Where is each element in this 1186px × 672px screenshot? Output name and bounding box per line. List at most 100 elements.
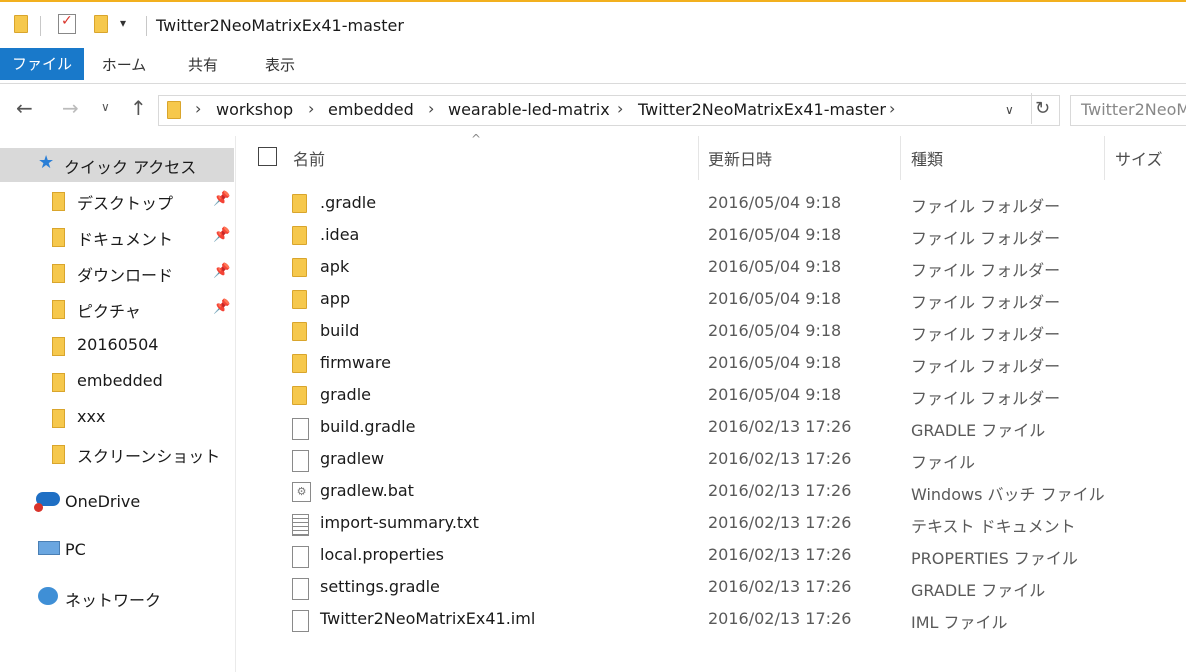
file-type: ファイル	[911, 453, 976, 472]
file-name: local.properties	[320, 545, 445, 564]
customize-toolbar-icon[interactable]: ▾	[120, 16, 126, 30]
pin-icon[interactable]: 📌	[213, 263, 230, 279]
file-name: settings.gradle	[320, 577, 440, 596]
folder-icon	[52, 373, 65, 392]
sidebar-item-pictures[interactable]: ピクチャ 📌	[0, 292, 234, 326]
column-date[interactable]: 更新日時	[708, 146, 772, 170]
network-icon	[38, 587, 58, 605]
file-date: 2016/05/04 9:18	[708, 193, 842, 212]
file-row[interactable]: .idea 2016/05/04 9:18 ファイル フォルダー	[238, 220, 1186, 252]
select-all-checkbox[interactable]	[258, 147, 277, 166]
back-arrow-icon[interactable]: ←	[16, 96, 33, 120]
tab-view[interactable]: 表示	[246, 48, 314, 82]
sidebar-item-screenshots[interactable]: スクリーンショット	[0, 437, 234, 471]
file-row[interactable]: Twitter2NeoMatrixEx41.iml 2016/02/13 17:2…	[238, 604, 1186, 636]
file-type: GRADLE ファイル	[911, 421, 1046, 440]
file-name: app	[320, 289, 351, 308]
breadcrumb-wearable-led-matrix[interactable]: wearable-led-matrix	[448, 100, 610, 119]
file-date: 2016/05/04 9:18	[708, 225, 842, 244]
chevron-right-icon[interactable]: ›	[889, 99, 895, 118]
column-size[interactable]: サイズ	[1115, 146, 1163, 170]
navigation-pane: ★ クイック アクセス デスクトップ 📌 ドキュメント 📌 ダウンロード 📌 ピ…	[0, 136, 236, 672]
column-divider[interactable]	[698, 136, 699, 180]
sidebar-item-pc[interactable]: PC	[0, 534, 234, 568]
column-divider[interactable]	[1104, 136, 1105, 180]
file-type: ファイル フォルダー	[911, 389, 1061, 408]
refresh-icon[interactable]: ↻	[1035, 98, 1050, 119]
sidebar-item-20160504[interactable]: 20160504	[0, 329, 234, 363]
chevron-right-icon[interactable]: ›	[617, 99, 623, 118]
file-row[interactable]: ⚙ gradlew.bat 2016/02/13 17:26 Windows バッチ …	[238, 476, 1186, 508]
file-type: ファイル フォルダー	[911, 197, 1061, 216]
chevron-right-icon[interactable]: ›	[195, 99, 201, 118]
file-row[interactable]: .gradle 2016/05/04 9:18 ファイル フォルダー	[238, 188, 1186, 220]
folder-icon	[292, 386, 307, 405]
file-row[interactable]: settings.gradle 2016/02/13 17:26 GRADLE ファ…	[238, 572, 1186, 604]
up-arrow-icon[interactable]: ↑	[130, 96, 147, 120]
file-name: import-summary.txt	[320, 513, 479, 532]
sidebar-item-xxx[interactable]: xxx	[0, 401, 234, 435]
sidebar-item-documents[interactable]: ドキュメント 📌	[0, 220, 234, 254]
file-row[interactable]: local.properties 2016/02/13 17:26 PROPERTI…	[238, 540, 1186, 572]
pin-icon[interactable]: 📌	[213, 227, 230, 243]
pin-icon[interactable]: 📌	[213, 191, 230, 207]
folder-icon	[292, 258, 307, 277]
tab-share[interactable]: 共有	[168, 48, 238, 82]
text-file-icon	[292, 514, 309, 536]
file-row[interactable]: firmware 2016/05/04 9:18 ファイル フォルダー	[238, 348, 1186, 380]
forward-arrow-icon[interactable]: →	[62, 96, 79, 120]
chevron-right-icon[interactable]: ›	[428, 99, 434, 118]
file-date: 2016/05/04 9:18	[708, 353, 842, 372]
file-date: 2016/02/13 17:26	[708, 481, 852, 500]
breadcrumb-current-folder[interactable]: Twitter2NeoMatrixEx41-master	[638, 100, 886, 119]
column-type[interactable]: 種類	[911, 146, 943, 170]
file-name: gradle	[320, 385, 371, 404]
tab-home[interactable]: ホーム	[90, 48, 158, 82]
file-row[interactable]: gradlew 2016/02/13 17:26 ファイル	[238, 444, 1186, 476]
downloads-folder-icon	[52, 264, 65, 283]
sidebar-item-label: クイック アクセス	[64, 158, 197, 177]
file-date: 2016/05/04 9:18	[708, 385, 842, 404]
file-row[interactable]: app 2016/05/04 9:18 ファイル フォルダー	[238, 284, 1186, 316]
divider	[1031, 93, 1032, 124]
recent-locations-icon[interactable]: ∨	[101, 100, 110, 114]
chevron-down-icon[interactable]: ∨	[1005, 103, 1014, 117]
sidebar-item-quick-access[interactable]: ★ クイック アクセス	[0, 148, 234, 182]
folder-icon	[52, 337, 65, 356]
properties-icon[interactable]: ✓	[58, 13, 76, 34]
file-row[interactable]: build.gradle 2016/02/13 17:26 GRADLE ファイル	[238, 412, 1186, 444]
tab-file[interactable]: ファイル	[0, 48, 84, 80]
sort-ascending-icon: ^	[471, 132, 482, 146]
sidebar-item-embedded[interactable]: embedded	[0, 365, 234, 399]
breadcrumb-embedded[interactable]: embedded	[328, 100, 414, 119]
sidebar-item-desktop[interactable]: デスクトップ 📌	[0, 184, 234, 218]
file-icon	[292, 610, 309, 632]
file-row[interactable]: gradle 2016/05/04 9:18 ファイル フォルダー	[238, 380, 1186, 412]
search-input[interactable]: Twitter2NeoM	[1070, 95, 1186, 126]
sidebar-item-label: PC	[65, 540, 86, 559]
sidebar-item-label: embedded	[77, 371, 163, 390]
file-date: 2016/02/13 17:26	[708, 545, 852, 564]
sidebar-item-label: 20160504	[77, 335, 159, 354]
file-row[interactable]: build 2016/05/04 9:18 ファイル フォルダー	[238, 316, 1186, 348]
new-folder-icon[interactable]	[94, 15, 108, 33]
sidebar-item-network[interactable]: ネットワーク	[0, 581, 234, 615]
file-name: build.gradle	[320, 417, 416, 436]
folder-icon	[292, 226, 307, 245]
address-bar[interactable]: › workshop › embedded › wearable-led-mat…	[158, 93, 1060, 126]
column-divider[interactable]	[900, 136, 901, 180]
file-type: ファイル フォルダー	[911, 261, 1061, 280]
folder-icon	[292, 322, 307, 341]
sidebar-item-label: OneDrive	[65, 492, 141, 511]
column-name[interactable]: 名前	[293, 146, 325, 170]
sidebar-item-onedrive[interactable]: OneDrive	[0, 486, 234, 520]
chevron-right-icon[interactable]: ›	[308, 99, 314, 118]
pin-icon[interactable]: 📌	[213, 299, 230, 315]
file-name: .gradle	[320, 193, 377, 212]
file-name: firmware	[320, 353, 391, 372]
file-row[interactable]: import-summary.txt 2016/02/13 17:26 テキスト ド…	[238, 508, 1186, 540]
sidebar-item-downloads[interactable]: ダウンロード 📌	[0, 256, 234, 290]
file-row[interactable]: apk 2016/05/04 9:18 ファイル フォルダー	[238, 252, 1186, 284]
file-type: ファイル フォルダー	[911, 293, 1061, 312]
breadcrumb-workshop[interactable]: workshop	[216, 100, 293, 119]
